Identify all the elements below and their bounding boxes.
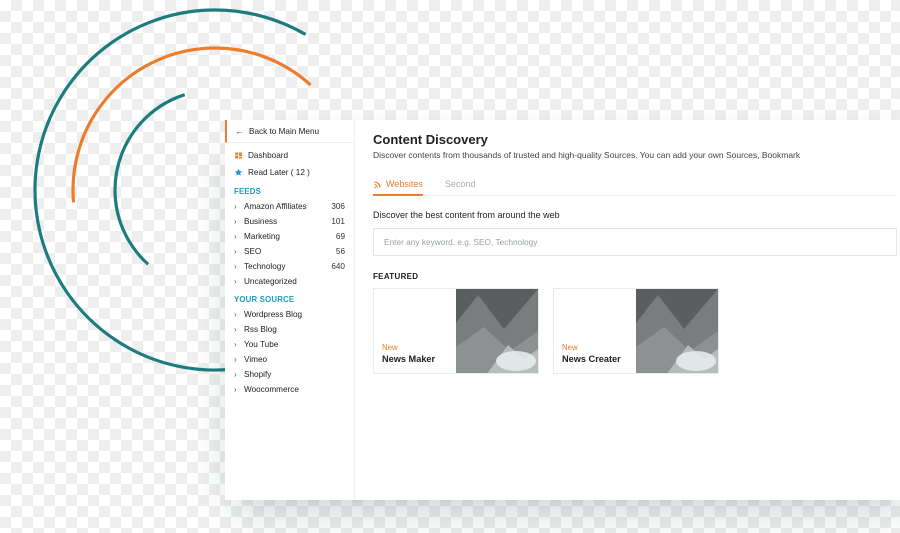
source-label: Woocommerce <box>242 385 345 394</box>
feed-item[interactable]: ›Technology640 <box>225 259 354 274</box>
chevron-right-icon: › <box>234 232 242 241</box>
featured-card[interactable]: New News Creater <box>553 288 719 374</box>
tab-websites[interactable]: Websites <box>373 179 423 195</box>
back-label: Back to Main Menu <box>249 127 319 136</box>
feed-label: SEO <box>242 247 336 256</box>
back-to-main-menu[interactable]: ← Back to Main Menu <box>225 120 354 143</box>
source-label: Rss Blog <box>242 325 345 334</box>
discover-subheading: Discover the best content from around th… <box>373 210 897 220</box>
feed-item[interactable]: ›Business101 <box>225 214 354 229</box>
source-item[interactable]: ›Vimeo <box>225 352 354 367</box>
chevron-right-icon: › <box>234 217 242 226</box>
chevron-right-icon: › <box>234 325 242 334</box>
rss-icon <box>373 180 382 189</box>
source-item[interactable]: ›Shopify <box>225 367 354 382</box>
feed-item[interactable]: ›Marketing69 <box>225 229 354 244</box>
source-label: Vimeo <box>242 355 345 364</box>
your-source-heading: YOUR SOURCE <box>225 289 354 307</box>
source-item[interactable]: ›You Tube <box>225 337 354 352</box>
feed-item[interactable]: ›Amazon Affiliates306 <box>225 199 354 214</box>
chevron-right-icon: › <box>234 385 242 394</box>
feed-count: 101 <box>331 217 345 226</box>
card-thumbnail <box>456 289 538 373</box>
chevron-right-icon: › <box>234 277 242 286</box>
arrow-left-icon: ← <box>235 126 244 136</box>
feed-item[interactable]: ›SEO56 <box>225 244 354 259</box>
tab-second[interactable]: Second <box>445 179 476 195</box>
card-badge: New <box>382 343 448 352</box>
chevron-right-icon: › <box>234 262 242 271</box>
source-item[interactable]: ›Wordpress Blog <box>225 307 354 322</box>
source-label: Shopify <box>242 370 345 379</box>
feeds-heading: FEEDS <box>225 181 354 199</box>
tab-websites-label: Websites <box>386 179 423 189</box>
chevron-right-icon: › <box>234 202 242 211</box>
star-icon <box>234 168 243 177</box>
sidebar-item-read-later[interactable]: Read Later ( 12 ) <box>225 164 354 181</box>
featured-card[interactable]: New News Maker <box>373 288 539 374</box>
feed-label: Technology <box>242 262 331 271</box>
read-later-label: Read Later ( 12 ) <box>248 168 310 177</box>
feed-count: 56 <box>336 247 345 256</box>
app-window: ← Back to Main Menu Dashboard Read Later… <box>225 120 900 500</box>
source-label: Wordpress Blog <box>242 310 345 319</box>
feed-label: Business <box>242 217 331 226</box>
source-item[interactable]: ›Rss Blog <box>225 322 354 337</box>
feed-label: Amazon Affiliates <box>242 202 331 211</box>
feed-count: 69 <box>336 232 345 241</box>
tab-bar: Websites Second <box>373 179 897 196</box>
search-input[interactable]: Enter any keyword. e.g. SEO, Technology <box>373 228 897 256</box>
main-content: Content Discovery Discover contents from… <box>355 120 900 500</box>
feed-count: 306 <box>331 202 345 211</box>
feed-label: Uncategorized <box>242 277 345 286</box>
sidebar: ← Back to Main Menu Dashboard Read Later… <box>225 120 355 500</box>
card-title: News Creater <box>562 354 628 365</box>
featured-heading: FEATURED <box>373 272 897 281</box>
chevron-right-icon: › <box>234 247 242 256</box>
chevron-right-icon: › <box>234 370 242 379</box>
chevron-right-icon: › <box>234 310 242 319</box>
feed-item[interactable]: ›Uncategorized <box>225 274 354 289</box>
source-label: You Tube <box>242 340 345 349</box>
dashboard-label: Dashboard <box>248 151 288 160</box>
feed-label: Marketing <box>242 232 336 241</box>
card-badge: New <box>562 343 628 352</box>
sidebar-item-dashboard[interactable]: Dashboard <box>225 147 354 164</box>
tab-second-label: Second <box>445 179 476 189</box>
feed-count: 640 <box>331 262 345 271</box>
dashboard-icon <box>234 151 243 160</box>
page-title: Content Discovery <box>373 132 897 147</box>
source-item[interactable]: ›Woocommerce <box>225 382 354 397</box>
card-title: News Maker <box>382 354 448 365</box>
chevron-right-icon: › <box>234 340 242 349</box>
chevron-right-icon: › <box>234 355 242 364</box>
page-description: Discover contents from thousands of trus… <box>373 150 897 161</box>
featured-cards: New News Maker New News Creater <box>373 288 897 374</box>
card-thumbnail <box>636 289 718 373</box>
